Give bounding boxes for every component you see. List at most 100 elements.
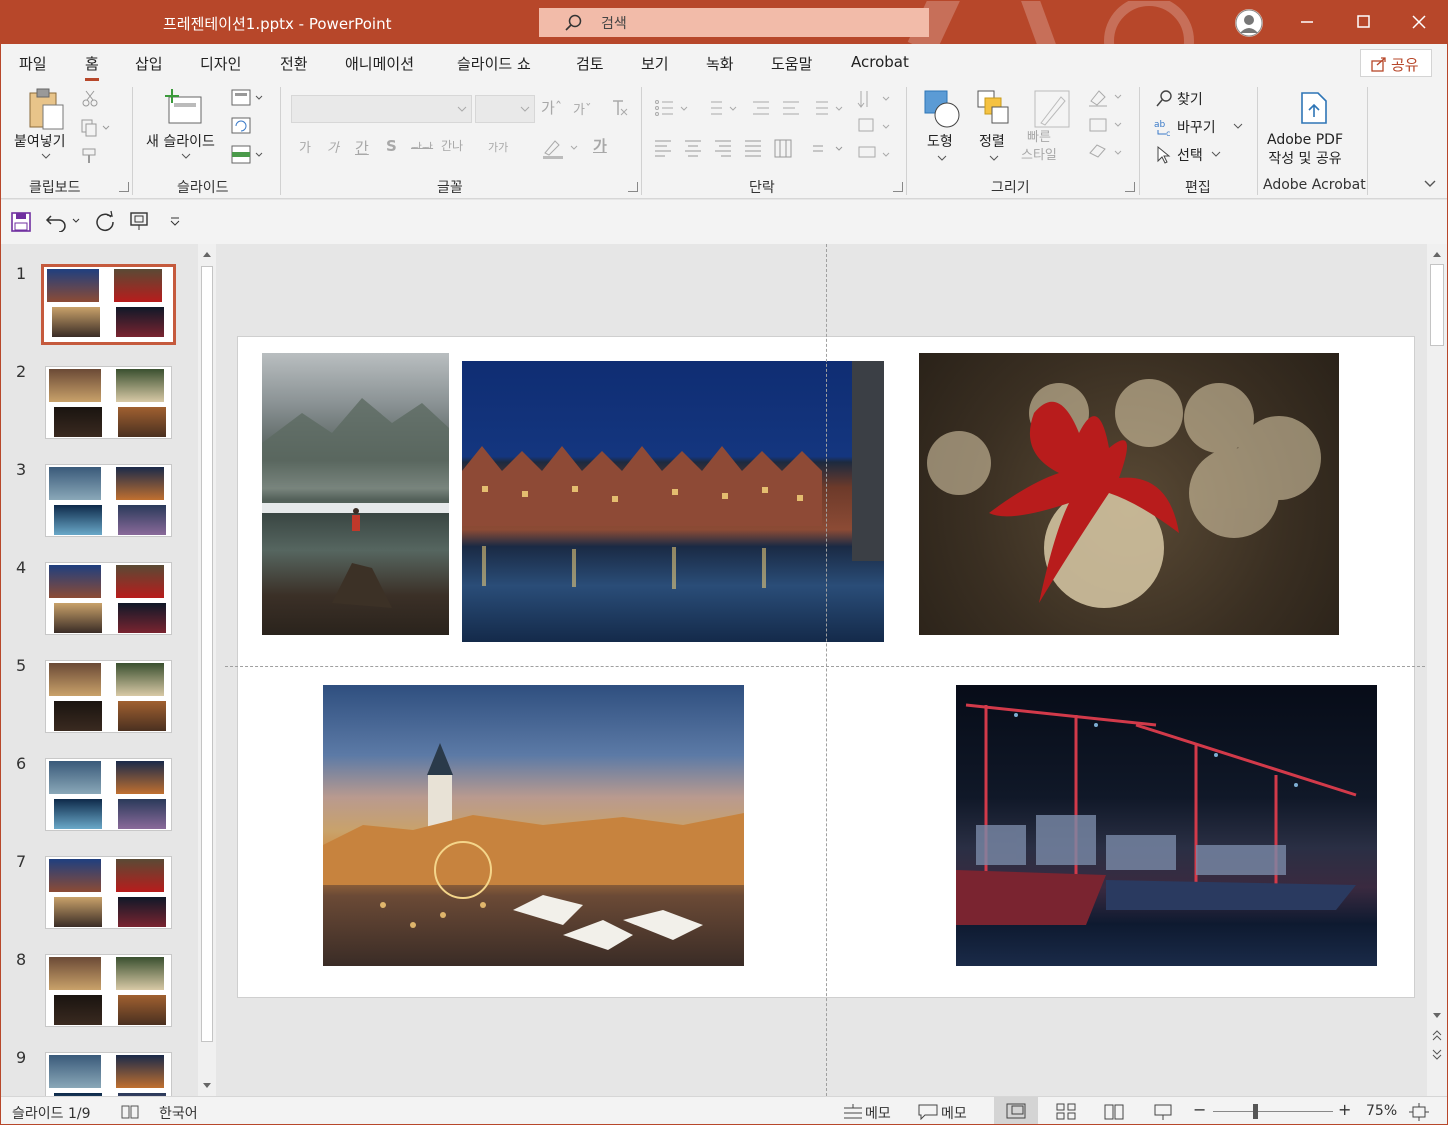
horizontal-guide[interactable]	[225, 666, 1425, 667]
quick-styles-label[interactable]: 빠른 스타일	[1021, 129, 1057, 165]
notes-button[interactable]: 메모	[865, 1103, 891, 1123]
arrange-label[interactable]: 정렬	[979, 131, 1005, 151]
next-slide-icon[interactable]	[1432, 1048, 1442, 1060]
italic-button[interactable]: 가	[327, 137, 339, 156]
slide-thumbnail[interactable]	[45, 660, 172, 733]
underline-button[interactable]: 간	[355, 137, 369, 158]
text-direction-icons[interactable]	[857, 89, 893, 169]
new-slide-label[interactable]: 새 슬라이드	[146, 131, 215, 151]
scroll-up-icon[interactable]	[1432, 250, 1442, 258]
dialog-launcher-icon[interactable]	[893, 182, 903, 192]
font-name-dropdown[interactable]	[291, 95, 472, 123]
tab-help[interactable]: 도움말	[771, 53, 812, 74]
tab-insert[interactable]: 삽입	[135, 53, 163, 74]
christmas-market-photo[interactable]	[323, 685, 744, 966]
normal-view-button[interactable]	[994, 1097, 1038, 1124]
section-icon[interactable]	[231, 145, 267, 165]
tab-animations[interactable]: 애니메이션	[345, 53, 414, 74]
tab-review[interactable]: 검토	[576, 53, 604, 74]
slide-thumbnail[interactable]	[45, 856, 172, 929]
search-box[interactable]: 검색	[539, 8, 929, 37]
zoom-slider-track[interactable]	[1213, 1111, 1333, 1112]
scroll-up-icon[interactable]	[202, 250, 212, 258]
highlight-icon[interactable]	[541, 137, 581, 159]
spell-check-icon[interactable]	[121, 1104, 139, 1120]
dialog-launcher-icon[interactable]	[1125, 182, 1135, 192]
share-button[interactable]: 공유	[1360, 49, 1432, 77]
chevron-down-icon[interactable]	[989, 155, 999, 161]
chevron-down-icon[interactable]	[1211, 151, 1221, 157]
shrink-font-button[interactable]: 가ˇ	[573, 99, 591, 118]
minimize-icon[interactable]	[1295, 10, 1319, 34]
quick-styles-icon[interactable]	[1033, 89, 1071, 129]
notes-icon[interactable]	[843, 1104, 863, 1120]
replace-icon[interactable]: abc	[1154, 117, 1176, 137]
tab-file[interactable]: 파일	[19, 53, 47, 74]
shadow-button[interactable]: S	[386, 137, 397, 155]
select-label[interactable]: 선택	[1177, 145, 1203, 165]
zoom-level[interactable]: 75%	[1366, 1103, 1397, 1119]
select-cursor-icon[interactable]	[1155, 145, 1173, 165]
change-case-button[interactable]: 가가	[488, 139, 508, 155]
container-port-photo[interactable]	[956, 685, 1377, 966]
scroll-down-icon[interactable]	[1432, 1012, 1442, 1020]
zoom-in-icon[interactable]: +	[1338, 1100, 1351, 1119]
cut-icon[interactable]	[81, 89, 99, 107]
grow-font-button[interactable]: 가ˆ	[541, 97, 562, 118]
collapse-ribbon-icon[interactable]	[1423, 179, 1437, 189]
format-painter-icon[interactable]	[81, 147, 101, 165]
chevron-down-icon[interactable]	[181, 153, 191, 159]
create-pdf-label[interactable]: Adobe PDF 작성 및 공유	[1267, 131, 1343, 169]
slide-thumbnail[interactable]	[45, 562, 172, 635]
undo-icon[interactable]	[45, 210, 83, 232]
character-spacing-button[interactable]: 간나	[441, 137, 463, 154]
tab-transitions[interactable]: 전환	[280, 53, 308, 74]
shapes-icon[interactable]	[923, 89, 961, 129]
chevron-down-icon[interactable]	[937, 155, 947, 161]
alignment-buttons-icon[interactable]	[653, 137, 853, 159]
strikethrough-button[interactable]: ᆉᆉ	[411, 139, 433, 156]
adobe-pdf-icon[interactable]	[1298, 91, 1330, 125]
present-from-start-icon[interactable]	[129, 210, 151, 232]
language-indicator[interactable]: 한국어	[159, 1103, 198, 1123]
reset-icon[interactable]	[231, 117, 253, 135]
shapes-label[interactable]: 도형	[927, 131, 953, 151]
tab-slideshow[interactable]: 슬라이드 쇼	[457, 53, 531, 74]
tab-design[interactable]: 디자인	[200, 53, 241, 74]
close-icon[interactable]	[1407, 10, 1431, 34]
font-color-button[interactable]: 가	[593, 135, 607, 156]
dialog-launcher-icon[interactable]	[119, 182, 129, 192]
redo-icon[interactable]	[94, 210, 116, 232]
font-size-dropdown[interactable]	[475, 95, 535, 123]
copy-icon[interactable]	[81, 119, 111, 137]
save-icon[interactable]	[11, 212, 31, 232]
scrollbar-thumb[interactable]	[1430, 264, 1444, 346]
slide-thumbnail[interactable]	[41, 264, 176, 345]
slide-thumbnail[interactable]	[45, 954, 172, 1027]
paste-label[interactable]: 붙여넣기	[14, 131, 66, 151]
fit-to-window-icon[interactable]	[1409, 1103, 1429, 1121]
bold-button[interactable]: 가	[299, 137, 311, 156]
list-buttons-icon[interactable]	[653, 97, 853, 119]
tab-view[interactable]: 보기	[641, 53, 669, 74]
slideshow-icon[interactable]	[1153, 1103, 1173, 1121]
vertical-guide[interactable]	[826, 244, 827, 1096]
slide-thumbnail[interactable]	[45, 464, 172, 537]
find-label[interactable]: 찾기	[1177, 89, 1203, 109]
harbor-houses-photo[interactable]	[462, 361, 884, 642]
account-avatar[interactable]	[1235, 9, 1263, 37]
tab-record[interactable]: 녹화	[706, 53, 734, 74]
arrange-icon[interactable]	[976, 89, 1012, 129]
ribbon-ornament-photo[interactable]	[919, 353, 1339, 635]
scrollbar-thumb[interactable]	[201, 266, 213, 1042]
clear-formatting-icon[interactable]	[608, 97, 630, 119]
mountain-lake-photo[interactable]	[262, 353, 449, 635]
thumbnail-scrollbar[interactable]	[198, 244, 216, 1096]
zoom-out-icon[interactable]: −	[1193, 1100, 1206, 1119]
chevron-down-icon[interactable]	[41, 153, 51, 159]
slide-thumbnail[interactable]	[45, 366, 172, 439]
slide-scrollbar[interactable]	[1427, 244, 1447, 1096]
shape-format-icons[interactable]	[1087, 87, 1127, 167]
scroll-down-icon[interactable]	[202, 1082, 212, 1090]
tab-home[interactable]: 홈	[85, 53, 99, 81]
